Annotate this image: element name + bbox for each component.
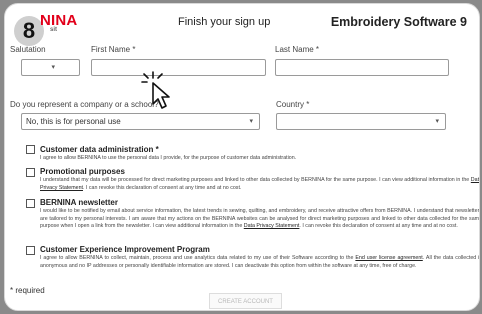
desc-text: I agree to allow BERNINA to collect, mai… [40, 255, 356, 261]
product-name: Embroidery Software 9 [330, 15, 467, 29]
bernina-logo: NINA [40, 12, 78, 29]
header: 8 NINA sit Finish your sign up Embroider… [5, 4, 479, 46]
newsletter-checkbox[interactable] [26, 199, 35, 208]
salutation-label: Salutation [10, 45, 46, 54]
chevron-down-icon: ▾ [51, 64, 55, 71]
first-name-input[interactable] [91, 59, 266, 76]
desc-text: I understand that my data will be proces… [40, 177, 471, 183]
ceip-checkbox[interactable] [26, 246, 35, 255]
company-value: No, this is for personal use [26, 117, 121, 126]
required-note: * required [10, 286, 45, 295]
option-title: Customer Experience Improvement Program [40, 245, 210, 254]
option-description: I understand that my data will be proces… [40, 177, 479, 192]
chevron-down-icon: ▾ [249, 118, 253, 125]
option-title: BERNINA newsletter [40, 198, 118, 207]
last-name-label: Last Name * [275, 45, 320, 54]
customer-data-checkbox[interactable] [26, 145, 35, 154]
first-name-label: First Name * [91, 45, 136, 54]
create-account-button[interactable]: CREATE ACCOUNT [209, 293, 282, 309]
company-select[interactable]: No, this is for personal use ▾ [21, 113, 260, 130]
last-name-input[interactable] [275, 59, 449, 76]
promotional-checkbox[interactable] [26, 168, 35, 177]
desc-text: I agree to allow BERNINA to use the pers… [40, 155, 297, 161]
option-description: I would like to be notified by email abo… [40, 208, 479, 231]
country-select[interactable]: ▾ [276, 113, 446, 130]
chevron-down-icon: ▾ [435, 118, 439, 125]
pointer-cursor-icon [141, 71, 170, 109]
signup-window: 8 NINA sit Finish your sign up Embroider… [4, 3, 480, 311]
country-label: Country * [276, 100, 310, 109]
logo-subtext: sit [50, 27, 58, 33]
option-description: I agree to allow BERNINA to collect, mai… [40, 255, 479, 270]
page-title: Finish your sign up [178, 16, 271, 28]
option-title: Customer data administration * [40, 145, 159, 154]
salutation-select[interactable]: ▾ [21, 59, 80, 76]
data-privacy-link[interactable]: Data Privacy Statement [244, 223, 300, 229]
desc-text: . I can revoke this declaration of conse… [82, 184, 242, 191]
option-title: Promotional purposes [40, 167, 125, 176]
eula-link[interactable]: End user license agreement [355, 255, 422, 261]
option-description: I agree to allow BERNINA to use the pers… [40, 155, 479, 163]
desc-text: . I can revoke this declaration of conse… [299, 223, 458, 230]
